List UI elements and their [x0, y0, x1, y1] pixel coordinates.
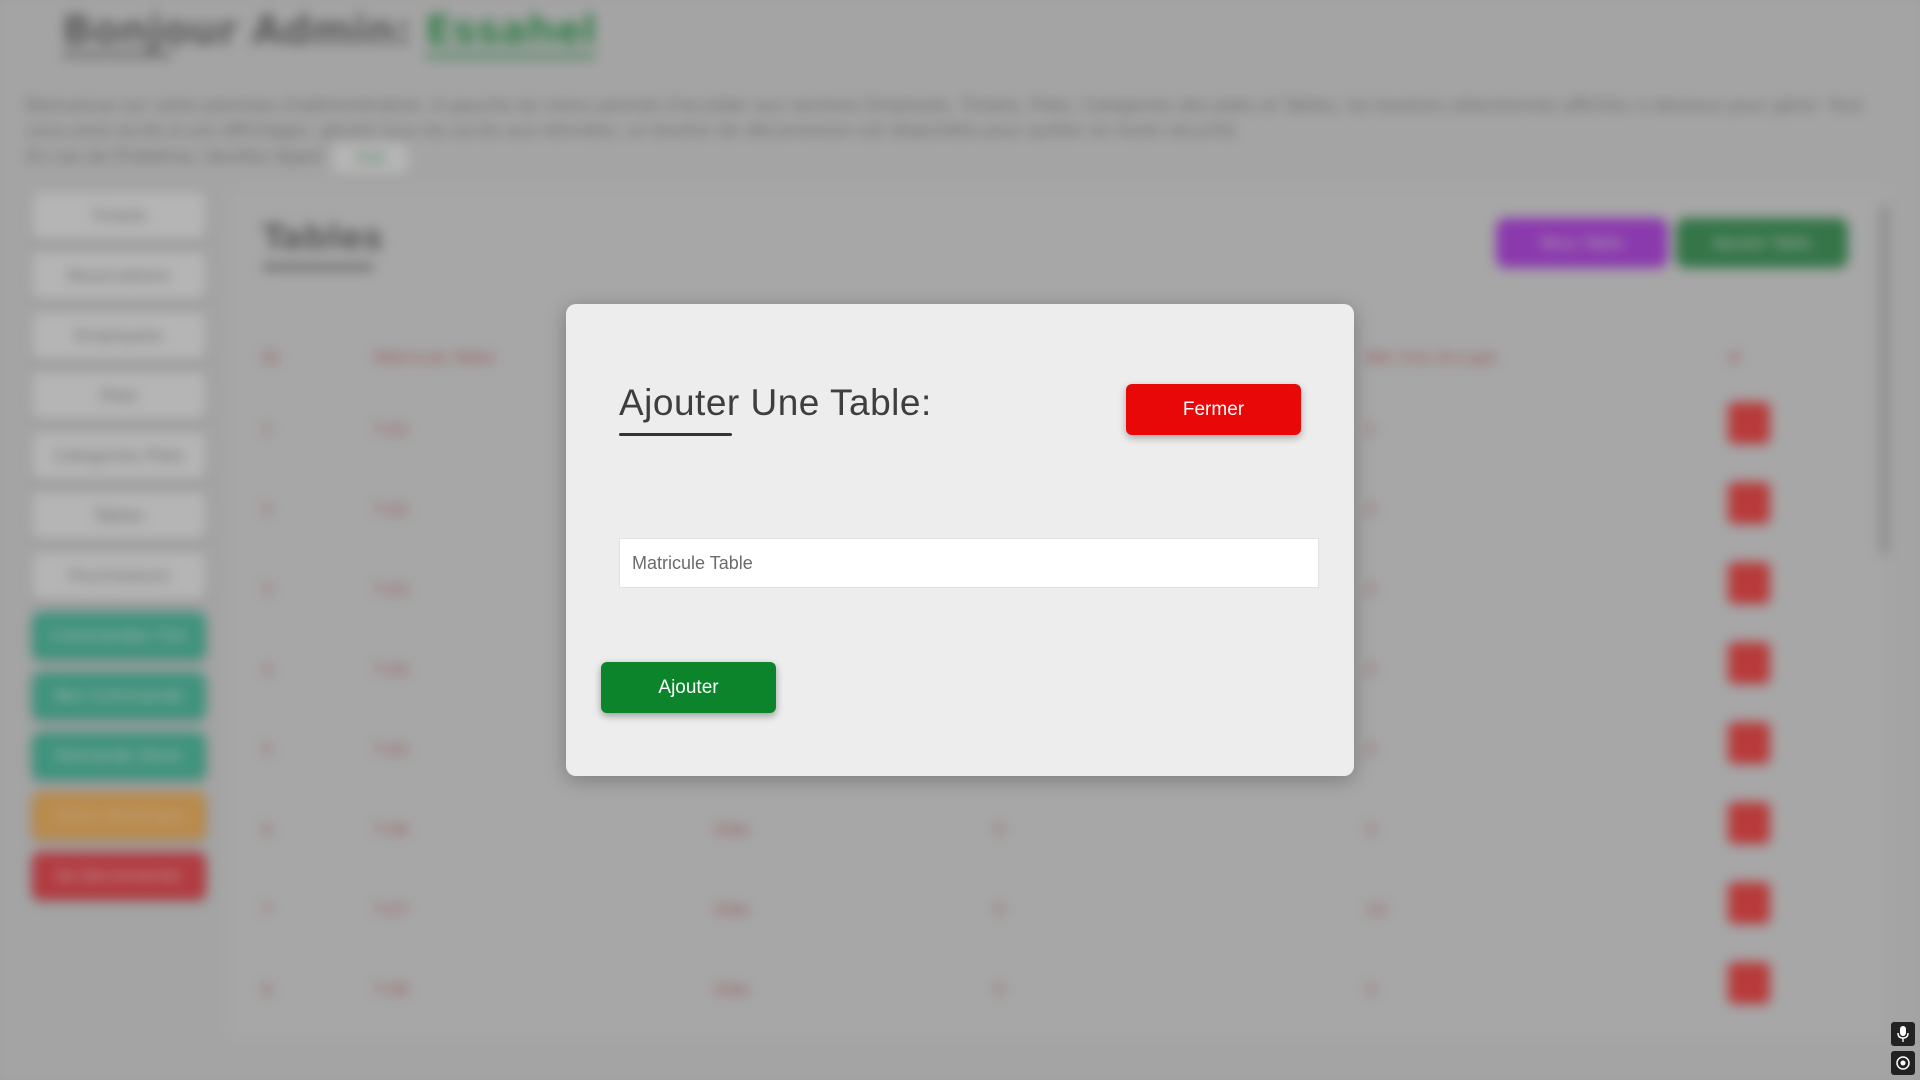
add-button[interactable]: Ajouter	[601, 662, 776, 713]
modal-title: Ajouter Une Table:	[619, 382, 932, 423]
location-target-icon[interactable]	[1891, 1051, 1915, 1075]
close-button[interactable]: Fermer	[1126, 384, 1301, 435]
matricule-input[interactable]	[619, 538, 1319, 588]
modal-title-underline	[619, 433, 732, 436]
microphone-icon[interactable]	[1891, 1022, 1915, 1046]
add-table-modal: Ajouter Une Table: Fermer Ajouter	[566, 304, 1354, 776]
